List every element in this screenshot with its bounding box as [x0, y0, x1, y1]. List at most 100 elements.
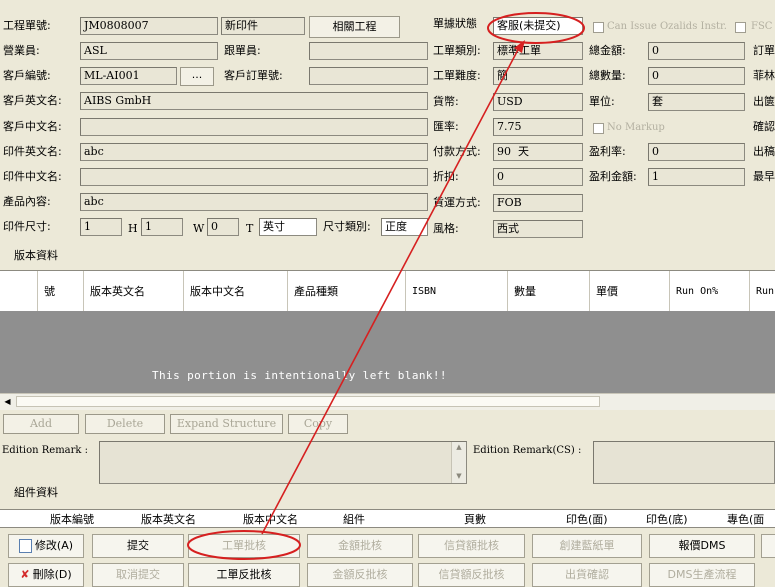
job-approve-button[interactable]: 工單批核 — [188, 534, 300, 558]
job-unapprove-button[interactable]: 工單反批核 — [188, 563, 300, 587]
profit-rate-field: 0 — [648, 143, 745, 161]
scroll-up-icon[interactable]: ▲ — [452, 442, 466, 452]
profit-amount-field: 1 — [648, 168, 745, 186]
size-l-field[interactable]: 1 — [80, 218, 122, 236]
shipping-label: 貨運方式: — [433, 196, 481, 209]
credit-approve-button[interactable]: 信貸額批核 — [418, 534, 525, 558]
currency-field[interactable]: USD — [493, 93, 583, 111]
unit-label: 單位: — [589, 95, 615, 108]
shipping-field[interactable]: FOB — [493, 194, 583, 212]
print-en-field[interactable]: abc — [80, 143, 428, 161]
payment-label: 付款方式: — [433, 145, 481, 158]
shipment-confirm-button[interactable]: 出貨確認 — [532, 563, 642, 587]
customer-en-label: 客戶英文名: — [3, 94, 62, 107]
rate-label: 匯率: — [433, 120, 459, 133]
edit-button-label: 修改(A) — [34, 539, 74, 552]
no-markup-label: No Markup — [607, 122, 665, 133]
component-column-header[interactable]: 印色(面) — [566, 511, 608, 527]
product-label: 產品內容: — [3, 195, 51, 208]
edition-grid-body: This portion is intentionally left blank… — [0, 311, 775, 393]
print-cn-field[interactable] — [80, 168, 428, 186]
component-column-header[interactable]: 版本編號 — [50, 511, 94, 527]
copy-edition-button[interactable]: Copy — [288, 414, 348, 434]
related-jobs-button[interactable]: 相關工程 — [309, 16, 400, 38]
expand-structure-button[interactable]: Expand Structure — [170, 414, 283, 434]
customer-order-field[interactable] — [309, 67, 428, 85]
customer-code-field[interactable]: ML-AI001 — [80, 67, 177, 85]
create-blueprint-button[interactable]: 創建藍紙單 — [532, 534, 642, 558]
more-button[interactable] — [761, 534, 775, 558]
fsc-checkbox[interactable] — [735, 22, 746, 33]
can-issue-label: Can Issue Ozalids Instr. — [607, 21, 727, 32]
dms-production-button[interactable]: DMS生產流程 — [649, 563, 755, 587]
discount-field[interactable]: 0 — [493, 168, 583, 186]
edition-horizontal-scrollbar[interactable]: ◀ — [0, 393, 775, 410]
can-issue-checkbox[interactable] — [593, 22, 604, 33]
job-no-field[interactable]: JM0808007 — [80, 17, 218, 35]
customer-order-label: 客戶訂單號: — [224, 69, 283, 82]
rate-field[interactable]: 7.75 — [493, 118, 583, 136]
scroll-left-icon[interactable]: ◀ — [2, 396, 13, 407]
component-column-header[interactable]: 版本英文名 — [141, 511, 196, 527]
edge-label-2: 菲林 — [753, 69, 775, 82]
scroll-down-icon[interactable]: ▼ — [452, 471, 466, 481]
job-status-label: 單據狀態 — [433, 17, 477, 30]
amount-approve-button[interactable]: 金額批核 — [307, 534, 413, 558]
component-column-header[interactable]: 組件 — [343, 511, 365, 527]
blank-notice: This portion is intentionally left blank… — [152, 369, 447, 382]
currency-label: 貨幣: — [433, 95, 459, 108]
payment-unit: 天 — [518, 145, 529, 158]
column-header[interactable]: 版本英文名 — [84, 271, 184, 312]
job-type-field[interactable]: 標準工單 — [493, 42, 583, 60]
scrollbar-thumb[interactable] — [16, 396, 600, 407]
size-unit-select[interactable]: 英寸 — [259, 218, 317, 236]
column-header[interactable]: ISBN — [406, 271, 508, 312]
salesman-field[interactable]: ASL — [80, 42, 218, 60]
edition-remark-cs-textarea[interactable] — [593, 441, 775, 484]
column-header[interactable]: 號 — [38, 271, 84, 312]
no-markup-checkbox[interactable] — [593, 123, 604, 134]
delete-edition-button[interactable]: Delete — [85, 414, 165, 434]
component-column-header[interactable]: 印色(底) — [646, 511, 688, 527]
column-header[interactable]: 產品種類 — [288, 271, 406, 312]
size-type-select[interactable]: 正度 — [381, 218, 428, 236]
customer-en-field[interactable]: AIBS GmbH — [80, 92, 428, 110]
column-header[interactable]: Run On% — [670, 271, 750, 312]
edition-remark-textarea[interactable]: ▲ ▼ — [99, 441, 467, 484]
size-w-field[interactable]: 0 — [207, 218, 239, 236]
column-header[interactable]: Run — [750, 271, 775, 312]
component-column-header[interactable]: 頁數 — [464, 511, 486, 527]
style-field[interactable]: 西式 — [493, 220, 583, 238]
edition-remark-label: Edition Remark : — [2, 445, 89, 456]
salesman-label: 營業員: — [3, 44, 40, 57]
add-edition-button[interactable]: Add — [3, 414, 79, 434]
submit-button[interactable]: 提交 — [92, 534, 184, 558]
component-section-label: 組件資料 — [14, 486, 58, 499]
amount-unapprove-button[interactable]: 金額反批核 — [307, 563, 413, 587]
component-column-header[interactable]: 版本中文名 — [243, 511, 298, 527]
print-type-field[interactable]: 新印件 — [221, 17, 305, 35]
edit-icon — [18, 539, 32, 553]
difficulty-field[interactable]: 簡 — [493, 67, 583, 85]
credit-unapprove-button[interactable]: 信貸額反批核 — [418, 563, 525, 587]
remark-scrollbar[interactable]: ▲ ▼ — [451, 442, 466, 483]
unit-field[interactable]: 套 — [648, 93, 745, 111]
payment-field[interactable]: 90 天 — [493, 143, 583, 161]
follower-field[interactable] — [309, 42, 428, 60]
size-h-field[interactable]: 1 — [141, 218, 183, 236]
delete-icon: ✘ — [20, 568, 30, 581]
edition-grid-header: 號 版本英文名 版本中文名 產品種類 ISBN 數量 單價 Run On% Ru… — [0, 270, 775, 312]
edge-label-5: 出稿 — [753, 145, 775, 158]
cancel-submit-button[interactable]: 取消提交 — [92, 563, 184, 587]
customer-lookup-button[interactable]: ... — [180, 67, 214, 86]
component-column-header[interactable]: 專色(面 — [727, 511, 764, 527]
product-field[interactable]: abc — [80, 193, 428, 211]
edition-remark-cs-label: Edition Remark(CS) : — [473, 445, 582, 456]
edit-button[interactable]: 修改(A) — [8, 534, 84, 558]
column-header[interactable]: 版本中文名 — [184, 271, 288, 312]
column-header[interactable]: 單價 — [590, 271, 670, 312]
delete-button[interactable]: ✘ 刪除(D) — [8, 563, 84, 587]
column-header[interactable]: 數量 — [508, 271, 590, 312]
quote-dms-button[interactable]: 報價DMS — [649, 534, 755, 558]
customer-cn-field[interactable] — [80, 118, 428, 136]
